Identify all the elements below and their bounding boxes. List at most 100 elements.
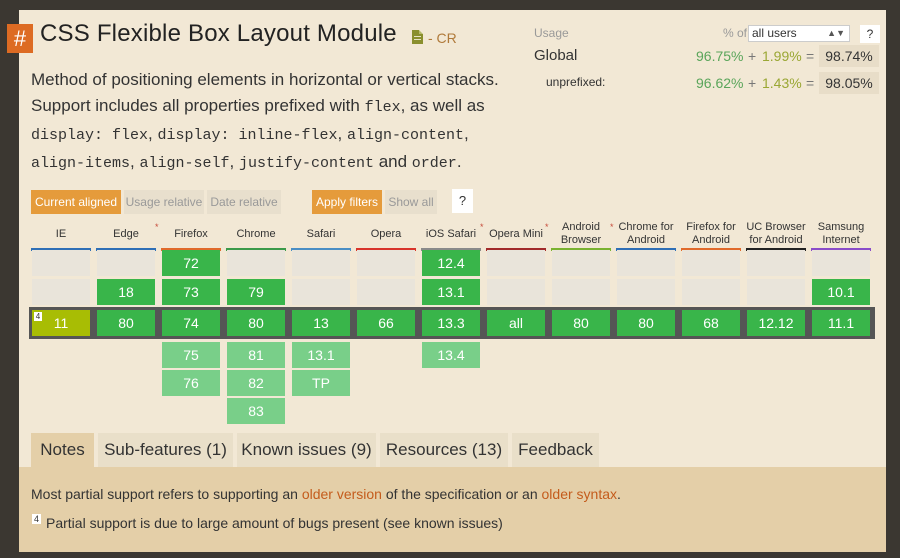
usage-label: Usage: [534, 26, 569, 40]
unprefixed-total: 98.05%: [819, 72, 879, 94]
plus-sign: +: [748, 75, 757, 91]
current-version-cell[interactable]: 80: [227, 310, 285, 336]
future-version-cell[interactable]: 13.1: [292, 342, 350, 368]
version-cell: [292, 250, 350, 276]
version-cell[interactable]: 73: [162, 279, 220, 305]
browser-header: Edge: [96, 220, 156, 251]
browser-name: Opera Mini: [489, 227, 543, 240]
version-cell[interactable]: 79: [227, 279, 285, 305]
prefix-note-icon: *: [480, 222, 484, 232]
version-cell: [682, 279, 740, 305]
current-version-cell[interactable]: 80: [552, 310, 610, 336]
version-cell: [552, 279, 610, 305]
feature-description: Method of positioning elements in horizo…: [31, 70, 499, 172]
global-total: 98.74%: [819, 45, 879, 67]
tab-known-issues[interactable]: Known issues (9): [237, 433, 376, 467]
future-version-cell[interactable]: 83: [227, 398, 285, 424]
global-partial-support: 1.99%: [762, 48, 802, 64]
current-version-cell[interactable]: 12.12: [747, 310, 805, 336]
current-version-cell[interactable]: 80: [617, 310, 675, 336]
version-cell: [292, 279, 350, 305]
current-version-cell[interactable]: 66: [357, 310, 415, 336]
future-version-cell[interactable]: TP: [292, 370, 350, 396]
browser-header: Safari: [291, 220, 351, 251]
usage-help-button[interactable]: ?: [860, 25, 880, 43]
current-aligned-button[interactable]: Current aligned: [31, 190, 121, 214]
browser-name: Opera: [370, 227, 402, 240]
date-relative-button[interactable]: Date relative: [207, 190, 281, 214]
browser-name: Android Browser: [560, 221, 602, 246]
tab-feedback[interactable]: Feedback: [512, 433, 599, 467]
browser-name: Chrome: [236, 227, 276, 240]
browser-name: iOS Safari: [425, 227, 477, 240]
unprefixed-full-support: 96.62%: [696, 75, 744, 91]
user-scope-select[interactable]: all users ▲▼: [748, 25, 850, 42]
global-full-support: 96.75%: [696, 48, 744, 64]
notes-panel: [19, 467, 886, 552]
show-all-button[interactable]: Show all: [385, 190, 437, 214]
browser-name: Firefox for Android: [686, 221, 736, 246]
version-cell: [487, 250, 545, 276]
current-version-cell[interactable]: 13: [292, 310, 350, 336]
browser-name: IE: [55, 227, 67, 240]
anchor-link[interactable]: #: [7, 24, 33, 53]
filters-help-button[interactable]: ?: [452, 189, 473, 213]
version-cell: [617, 250, 675, 276]
version-cell: [552, 250, 610, 276]
browser-name: UC Browser for Android: [746, 221, 806, 246]
version-cell: [747, 250, 805, 276]
unprefixed-label: unprefixed:: [546, 75, 606, 89]
document-icon[interactable]: [412, 30, 423, 44]
select-arrows-icon: ▲▼: [827, 28, 845, 38]
browser-header: Chrome for Android: [616, 220, 676, 251]
equals-sign: =: [806, 75, 815, 91]
future-version-cell[interactable]: 75: [162, 342, 220, 368]
browser-name: Edge: [113, 227, 139, 240]
version-cell: [97, 250, 155, 276]
future-version-cell[interactable]: 76: [162, 370, 220, 396]
browser-header: IE: [31, 220, 91, 251]
browser-header: Opera: [356, 220, 416, 251]
browser-header: UC Browser for Android: [746, 220, 806, 251]
footnote-text: Partial support is due to large amount o…: [46, 515, 503, 531]
tab-notes[interactable]: Notes: [31, 433, 94, 467]
browser-header: iOS Safari: [421, 220, 481, 251]
browser-header: Firefox for Android: [681, 220, 741, 251]
current-version-cell[interactable]: 80: [97, 310, 155, 336]
version-cell[interactable]: 13.1: [422, 279, 480, 305]
version-cell[interactable]: 72: [162, 250, 220, 276]
older-version-link[interactable]: older version: [302, 486, 382, 502]
browser-header: Samsung Internet: [811, 220, 871, 251]
older-syntax-link[interactable]: older syntax: [542, 486, 617, 502]
current-version-cell[interactable]: 11.1: [812, 310, 870, 336]
footnote-number: 4: [32, 514, 41, 524]
global-label: Global: [534, 47, 578, 64]
feature-title: CSS Flexible Box Layout Module: [40, 20, 397, 47]
version-cell[interactable]: 12.4: [422, 250, 480, 276]
percent-of-label: % of: [723, 26, 748, 40]
spec-status[interactable]: - CR: [428, 30, 457, 46]
prefix-note-icon: *: [155, 222, 159, 232]
browser-name: Firefox: [174, 227, 208, 240]
future-version-cell[interactable]: 13.4: [422, 342, 480, 368]
tab-sub-features[interactable]: Sub-features (1): [98, 433, 233, 467]
usage-relative-button[interactable]: Usage relative: [124, 190, 204, 214]
future-version-cell[interactable]: 81: [227, 342, 285, 368]
version-cell: [682, 250, 740, 276]
tab-resources[interactable]: Resources (13): [380, 433, 508, 467]
current-version-cell[interactable]: all: [487, 310, 545, 336]
version-cell[interactable]: 18: [97, 279, 155, 305]
version-cell: [32, 250, 90, 276]
apply-filters-button[interactable]: Apply filters: [312, 190, 382, 214]
version-cell: [357, 250, 415, 276]
current-version-cell[interactable]: 74: [162, 310, 220, 336]
note-reference: 4: [34, 312, 42, 321]
version-cell: [812, 250, 870, 276]
current-version-cell[interactable]: 13.3: [422, 310, 480, 336]
plus-sign: +: [748, 48, 757, 64]
future-version-cell[interactable]: 82: [227, 370, 285, 396]
current-version-cell[interactable]: 68: [682, 310, 740, 336]
browser-header: Opera Mini: [486, 220, 546, 251]
browser-header: Firefox: [161, 220, 221, 251]
version-cell[interactable]: 10.1: [812, 279, 870, 305]
